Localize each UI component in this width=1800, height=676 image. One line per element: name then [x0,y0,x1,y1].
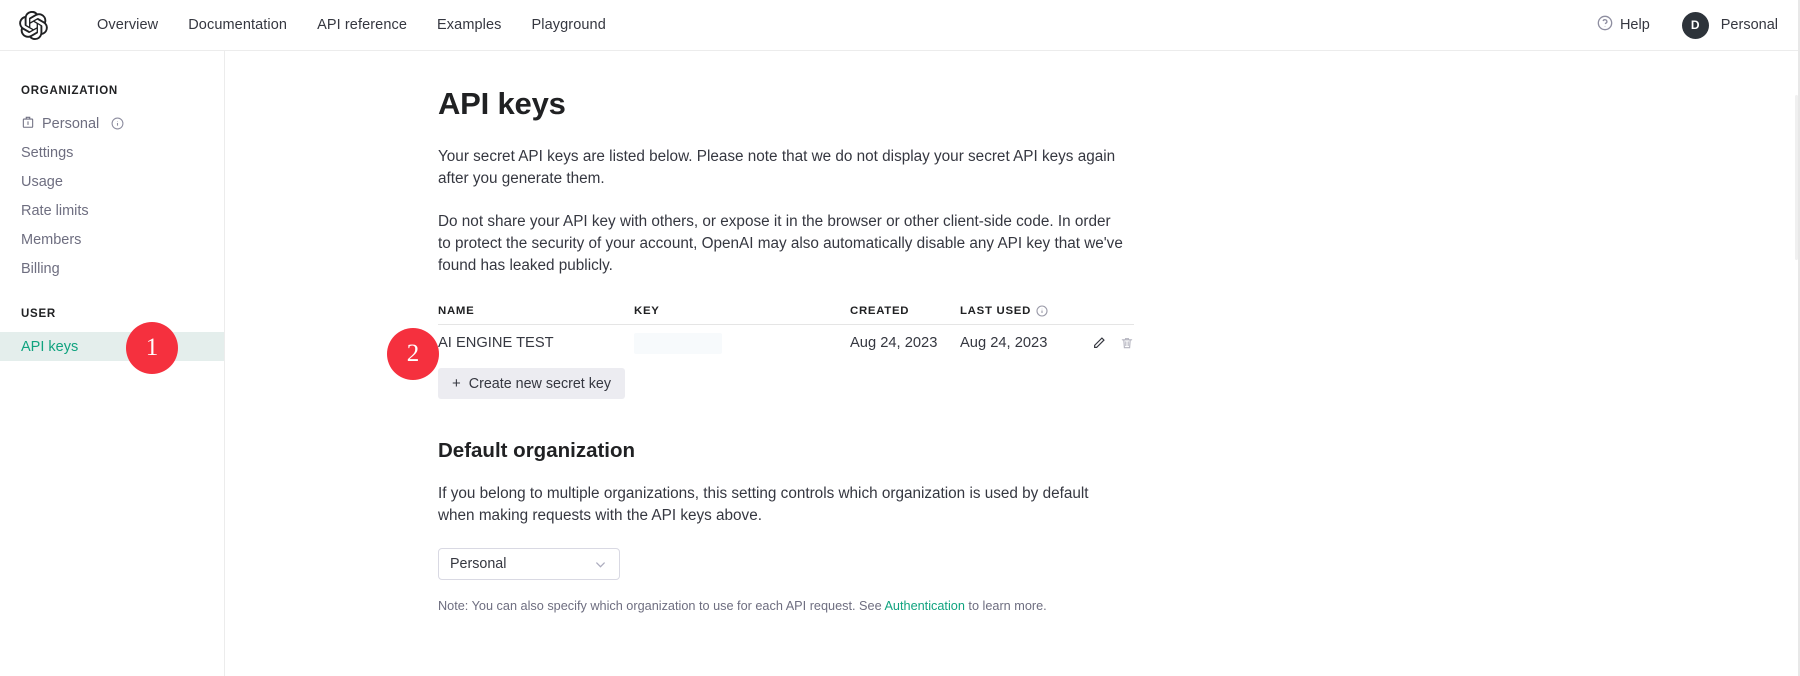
sidebar-item-settings[interactable]: Settings [0,138,224,167]
sidebar-item-label: Personal [42,116,99,132]
cell-created: Aug 24, 2023 [850,335,960,351]
top-nav-right-section: Help D Personal [1597,12,1778,39]
nav-link-overview[interactable]: Overview [82,17,173,33]
account-menu[interactable]: D Personal [1682,12,1778,39]
api-keys-page: Overview Documentation API reference Exa… [0,0,1800,676]
sidebar-item-members[interactable]: Members [0,225,224,254]
cell-actions [1078,336,1134,350]
column-header-last-used-label: LAST USED [960,305,1031,317]
sidebar-spacer [0,283,224,308]
page-title: API keys [438,86,1145,122]
sidebar-item-rate-limits[interactable]: Rate limits [0,196,224,225]
main-content: API keys Your secret API keys are listed… [225,51,1800,676]
scrollbar-thumb[interactable] [1795,95,1798,260]
sidebar-item-label: Billing [21,261,60,277]
top-navigation-bar: Overview Documentation API reference Exa… [0,0,1800,51]
cell-key-value [634,333,850,354]
table-header-row: NAME KEY CREATED LAST USED [438,298,1134,325]
account-label: Personal [1721,17,1778,33]
column-header-name: NAME [438,305,634,317]
column-header-key: KEY [634,305,850,317]
sidebar-item-label: API keys [21,339,78,355]
annotation-marker-2: 2 [387,328,439,380]
cell-last-used: Aug 24, 2023 [960,335,1078,351]
nav-link-documentation[interactable]: Documentation [173,17,302,33]
sidebar-group-organization-title: ORGANIZATION [0,85,224,97]
help-label: Help [1620,17,1650,33]
api-keys-table: NAME KEY CREATED LAST USED AI ENG [438,298,1134,361]
note-suffix: to learn more. [965,599,1047,613]
top-nav-links: Overview Documentation API reference Exa… [82,17,621,33]
help-button[interactable]: Help [1597,15,1650,36]
pencil-icon[interactable] [1092,336,1106,350]
openai-logo-icon[interactable] [18,10,48,40]
info-circle-icon[interactable] [111,117,124,130]
sidebar-item-label: Usage [21,174,63,190]
table-row: AI ENGINE TEST Aug 24, 2023 Aug 24, 2023 [438,325,1134,361]
create-new-secret-key-label: Create new secret key [469,376,611,392]
plus-icon: + [452,376,461,391]
sidebar-item-billing[interactable]: Billing [0,254,224,283]
info-circle-icon[interactable] [1036,305,1048,317]
chevron-down-icon [593,557,608,572]
nav-link-examples[interactable]: Examples [422,17,516,33]
annotation-marker-1: 1 [126,322,178,374]
trash-icon[interactable] [1120,336,1134,350]
note-prefix: Note: You can also specify which organiz… [438,599,884,613]
column-header-last-used: LAST USED [960,305,1078,317]
organization-note: Note: You can also specify which organiz… [438,599,1138,613]
sidebar-group-user-title: USER [0,308,224,320]
nav-link-playground[interactable]: Playground [517,17,621,33]
default-organization-select-value: Personal [450,556,506,572]
create-new-secret-key-button[interactable]: + Create new secret key [438,368,625,399]
nav-link-api-reference[interactable]: API reference [302,17,422,33]
sidebar-item-label: Members [21,232,81,248]
sidebar-item-label: Rate limits [21,203,89,219]
content-column: API keys Your secret API keys are listed… [225,51,1145,613]
intro-paragraph-1: Your secret API keys are listed below. P… [438,146,1124,190]
sidebar-item-usage[interactable]: Usage [0,167,224,196]
sidebar-item-api-keys[interactable]: API keys [0,332,224,361]
avatar: D [1682,12,1709,39]
default-organization-select[interactable]: Personal [438,548,620,580]
intro-paragraph-2: Do not share your API key with others, o… [438,211,1124,277]
authentication-link[interactable]: Authentication [884,599,964,613]
building-icon [21,115,35,133]
help-circle-icon [1597,15,1613,36]
default-organization-description: If you belong to multiple organizations,… [438,483,1124,527]
cell-key-name: AI ENGINE TEST [438,335,634,351]
sidebar-item-label: Settings [21,145,73,161]
column-header-created: CREATED [850,305,960,317]
redacted-key-placeholder [634,333,722,354]
sidebar: ORGANIZATION Personal Settings Usage Rat… [0,51,225,676]
default-organization-title: Default organization [438,439,1145,463]
sidebar-item-personal[interactable]: Personal [0,109,224,138]
